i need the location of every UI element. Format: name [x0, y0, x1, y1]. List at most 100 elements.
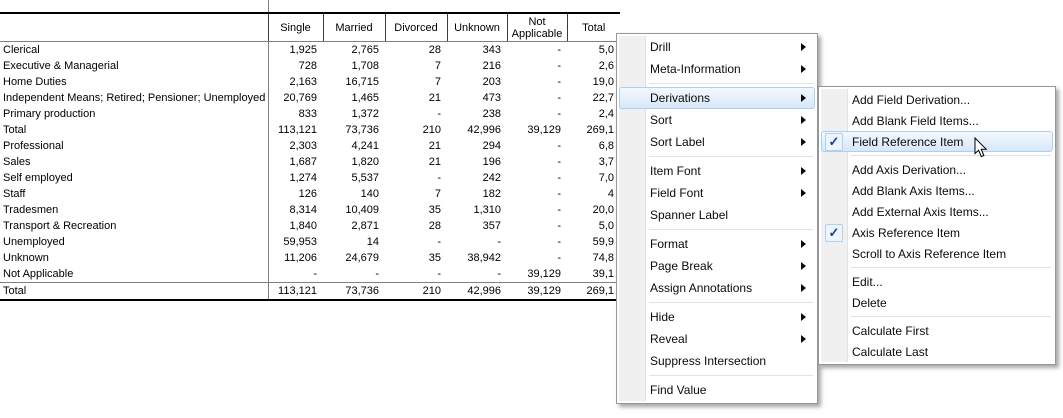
table-cell[interactable]: 2,303 — [268, 138, 323, 154]
table-cell[interactable]: 357 — [447, 218, 507, 234]
row-label[interactable]: Self employed — [0, 170, 268, 186]
table-cell[interactable]: 2,163 — [268, 74, 323, 90]
table-cell[interactable]: 14 — [323, 234, 385, 250]
row-label[interactable]: Clerical — [0, 42, 268, 59]
menu-item-suppress-intersection[interactable]: Suppress Intersection — [619, 350, 815, 372]
table-cell[interactable]: 73,736 — [323, 122, 385, 138]
menu-item-calculate-first[interactable]: Calculate First — [821, 320, 1053, 341]
table-cell[interactable]: 2,871 — [323, 218, 385, 234]
table-cell[interactable]: 1,465 — [323, 90, 385, 106]
table-cell[interactable]: 833 — [268, 106, 323, 122]
table-cell[interactable]: 39,1 — [567, 266, 620, 283]
table-cell[interactable]: - — [323, 266, 385, 283]
menu-item-drill[interactable]: Drill — [619, 36, 815, 58]
menu-item-derivations[interactable]: Derivations — [619, 87, 815, 109]
table-cell[interactable]: 269,1 — [567, 283, 620, 301]
column-header[interactable]: Not Applicable — [507, 13, 567, 42]
row-label[interactable]: Home Duties — [0, 74, 268, 90]
table-cell[interactable]: 216 — [447, 58, 507, 74]
menu-item-find-value[interactable]: Find Value — [619, 379, 815, 401]
table-cell[interactable]: - — [507, 234, 567, 250]
table-cell[interactable]: - — [447, 234, 507, 250]
table-cell[interactable]: 728 — [268, 58, 323, 74]
menu-item-axis-reference-item[interactable]: Axis Reference Item ✓ — [821, 222, 1053, 243]
row-label[interactable]: Professional — [0, 138, 268, 154]
table-cell[interactable]: - — [507, 154, 567, 170]
column-header[interactable]: Unknown — [447, 13, 507, 42]
table-cell[interactable]: 203 — [447, 74, 507, 90]
table-cell[interactable]: 2,765 — [323, 42, 385, 59]
row-label[interactable]: Executive & Managerial — [0, 58, 268, 74]
table-cell[interactable]: 210 — [385, 122, 447, 138]
table-cell[interactable]: 38,942 — [447, 250, 507, 266]
table-cell[interactable]: 73,736 — [323, 283, 385, 301]
table-cell[interactable]: 42,996 — [447, 122, 507, 138]
menu-item-delete[interactable]: Delete — [821, 292, 1053, 313]
table-cell[interactable]: 7 — [385, 58, 447, 74]
table-cell[interactable]: - — [385, 106, 447, 122]
table-cell[interactable]: 238 — [447, 106, 507, 122]
table-cell[interactable]: 59,9 — [567, 234, 620, 250]
table-cell[interactable]: 140 — [323, 186, 385, 202]
table-cell[interactable]: - — [385, 170, 447, 186]
table-cell[interactable]: 473 — [447, 90, 507, 106]
table-cell[interactable]: 5,537 — [323, 170, 385, 186]
table-cell[interactable]: 16,715 — [323, 74, 385, 90]
table-cell[interactable]: 59,953 — [268, 234, 323, 250]
table-cell[interactable]: 39,129 — [507, 122, 567, 138]
table-cell[interactable]: - — [507, 90, 567, 106]
table-cell[interactable]: 1,372 — [323, 106, 385, 122]
table-cell[interactable]: 7 — [385, 74, 447, 90]
table-cell[interactable]: 22,7 — [567, 90, 620, 106]
menu-item-item-font[interactable]: Item Font — [619, 160, 815, 182]
table-cell[interactable]: 3,7 — [567, 154, 620, 170]
table-cell[interactable]: 269,1 — [567, 122, 620, 138]
table-cell[interactable]: - — [507, 42, 567, 59]
table-cell[interactable]: 74,8 — [567, 250, 620, 266]
table-cell[interactable]: - — [507, 202, 567, 218]
table-cell[interactable]: - — [507, 106, 567, 122]
menu-item-calculate-last[interactable]: Calculate Last — [821, 341, 1053, 362]
column-header[interactable]: Total — [567, 13, 620, 42]
table-cell[interactable]: 10,409 — [323, 202, 385, 218]
table-cell[interactable]: 21 — [385, 138, 447, 154]
column-header[interactable]: Married — [323, 13, 385, 42]
table-cell[interactable]: 21 — [385, 154, 447, 170]
menu-item-meta-information[interactable]: Meta-Information — [619, 58, 815, 80]
table-cell[interactable]: 20,769 — [268, 90, 323, 106]
table-cell[interactable]: - — [385, 266, 447, 283]
table-cell[interactable]: 39,129 — [507, 283, 567, 301]
table-cell[interactable]: 28 — [385, 42, 447, 59]
table-cell[interactable]: 294 — [447, 138, 507, 154]
table-cell[interactable]: 1,925 — [268, 42, 323, 59]
table-cell[interactable]: - — [447, 266, 507, 283]
table-cell[interactable]: 8,314 — [268, 202, 323, 218]
column-header[interactable]: Divorced — [385, 13, 447, 42]
menu-item-field-font[interactable]: Field Font — [619, 182, 815, 204]
table-cell[interactable]: - — [507, 186, 567, 202]
table-cell[interactable]: 1,310 — [447, 202, 507, 218]
row-label[interactable]: Tradesmen — [0, 202, 268, 218]
row-label[interactable]: Transport & Recreation — [0, 218, 268, 234]
table-cell[interactable]: 2,6 — [567, 58, 620, 74]
row-label[interactable]: Total — [0, 122, 268, 138]
row-label[interactable]: Sales — [0, 154, 268, 170]
table-cell[interactable]: 20,0 — [567, 202, 620, 218]
table-cell[interactable]: 19,0 — [567, 74, 620, 90]
menu-item-add-blank-field-items[interactable]: Add Blank Field Items... — [821, 110, 1053, 131]
table-cell[interactable]: 5,0 — [567, 218, 620, 234]
table-cell[interactable]: 35 — [385, 202, 447, 218]
menu-item-hide[interactable]: Hide — [619, 306, 815, 328]
row-label[interactable]: Independent Means; Retired; Pensioner; U… — [0, 90, 268, 106]
menu-item-format[interactable]: Format — [619, 233, 815, 255]
table-cell[interactable]: 5,0 — [567, 42, 620, 59]
table-cell[interactable]: 210 — [385, 283, 447, 301]
table-cell[interactable]: 1,840 — [268, 218, 323, 234]
row-label[interactable]: Primary production — [0, 106, 268, 122]
table-cell[interactable]: - — [507, 74, 567, 90]
table-cell[interactable]: 4 — [567, 186, 620, 202]
table-cell[interactable]: 1,274 — [268, 170, 323, 186]
table-cell[interactable]: - — [507, 58, 567, 74]
table-cell[interactable]: 7 — [385, 186, 447, 202]
menu-item-page-break[interactable]: Page Break — [619, 255, 815, 277]
